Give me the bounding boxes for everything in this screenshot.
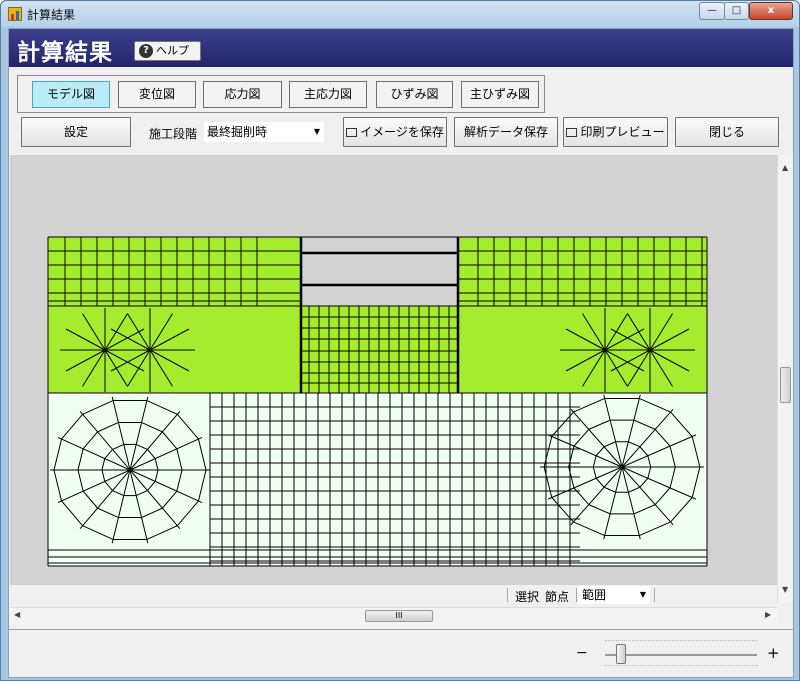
save-data-button[interactable]: 解析データ保存 (454, 117, 558, 147)
select-range-dropdown[interactable]: 範囲 ▼ (578, 586, 650, 604)
print-preview-label: 印刷プレビュー (580, 125, 665, 139)
horizontal-scrollbar[interactable]: ◀ III ▶ (10, 607, 777, 624)
title-bar: 計算結果 — □ x (1, 1, 799, 27)
save-image-button[interactable]: イメージを保存 (343, 117, 447, 147)
tab-model[interactable]: モデル図 (32, 81, 110, 108)
vertical-scroll-thumb[interactable] (780, 367, 791, 403)
zoom-in-icon[interactable]: + (767, 644, 780, 662)
help-label: ヘルプ (156, 44, 189, 57)
settings-button[interactable]: 設定 (21, 117, 131, 147)
tab-displacement[interactable]: 変位図 (118, 81, 196, 108)
zoom-out-icon[interactable]: − (576, 645, 588, 661)
scroll-up-icon[interactable]: ▲ (782, 163, 788, 172)
tab-strain[interactable]: ひずみ図 (376, 81, 453, 108)
minimize-button[interactable]: — (699, 2, 725, 20)
zoom-slider-thumb[interactable] (616, 644, 627, 664)
scroll-down-icon[interactable]: ▼ (782, 585, 788, 594)
zoom-tick-marks (605, 640, 757, 666)
image-icon (346, 128, 358, 137)
separator (576, 588, 577, 602)
client-area: 計算結果 ? ヘルプ モデル図 変位図 応力図 主応力図 ひずみ図 主ひずみ図 … (8, 28, 794, 678)
window-title: 計算結果 (27, 8, 76, 22)
view-tab-group: モデル図 変位図 応力図 主応力図 ひずみ図 主ひずみ図 (17, 75, 545, 113)
tab-principal-stress[interactable]: 主応力図 (289, 81, 367, 108)
maximize-button[interactable]: □ (724, 2, 749, 20)
close-button[interactable]: 閉じる (675, 117, 779, 147)
help-button[interactable]: ? ヘルプ (134, 41, 201, 61)
print-preview-button[interactable]: 印刷プレビュー (563, 117, 668, 147)
tab-principal-strain[interactable]: 主ひずみ図 (461, 81, 539, 108)
select-node-option[interactable]: 節点 (545, 588, 569, 605)
tab-stress[interactable]: 応力図 (203, 81, 282, 108)
separator (654, 588, 655, 602)
chart-app-icon (8, 7, 22, 21)
horizontal-scroll-thumb[interactable]: III (365, 610, 433, 622)
excavation-pit (301, 237, 458, 306)
close-window-button[interactable]: x (749, 2, 793, 20)
zoom-slider-track[interactable] (605, 654, 757, 656)
scroll-right-icon[interactable]: ▶ (765, 610, 771, 619)
stage-value: 最終掘削時 (207, 125, 268, 139)
help-icon: ? (139, 44, 153, 58)
scroll-left-icon[interactable]: ◀ (14, 610, 20, 619)
stage-select[interactable]: 最終掘削時 ▼ (204, 122, 324, 142)
save-image-label: イメージを保存 (360, 125, 444, 139)
separator (507, 588, 508, 602)
zoom-panel: − + (9, 629, 793, 677)
printer-icon (566, 128, 578, 137)
dropdown-arrow-icon: ▼ (313, 127, 320, 136)
page-title: 計算結果 (17, 40, 113, 66)
page-header: 計算結果 ? ヘルプ (9, 29, 793, 67)
model-canvas[interactable] (10, 155, 777, 585)
selection-bar: 選択 節点 範囲 ▼ (10, 585, 777, 607)
dropdown-arrow-icon: ▼ (639, 590, 646, 599)
select-label: 選択 (515, 590, 540, 604)
stage-label: 施工段階 (149, 127, 198, 141)
fem-mesh-view[interactable] (10, 155, 777, 585)
app-window: 計算結果 — □ x 計算結果 ? ヘルプ モデル図 変位図 応力図 主応力図 … (0, 0, 800, 681)
vertical-scrollbar[interactable]: ▲ ▼ (777, 155, 793, 603)
range-value: 範囲 (582, 588, 607, 602)
